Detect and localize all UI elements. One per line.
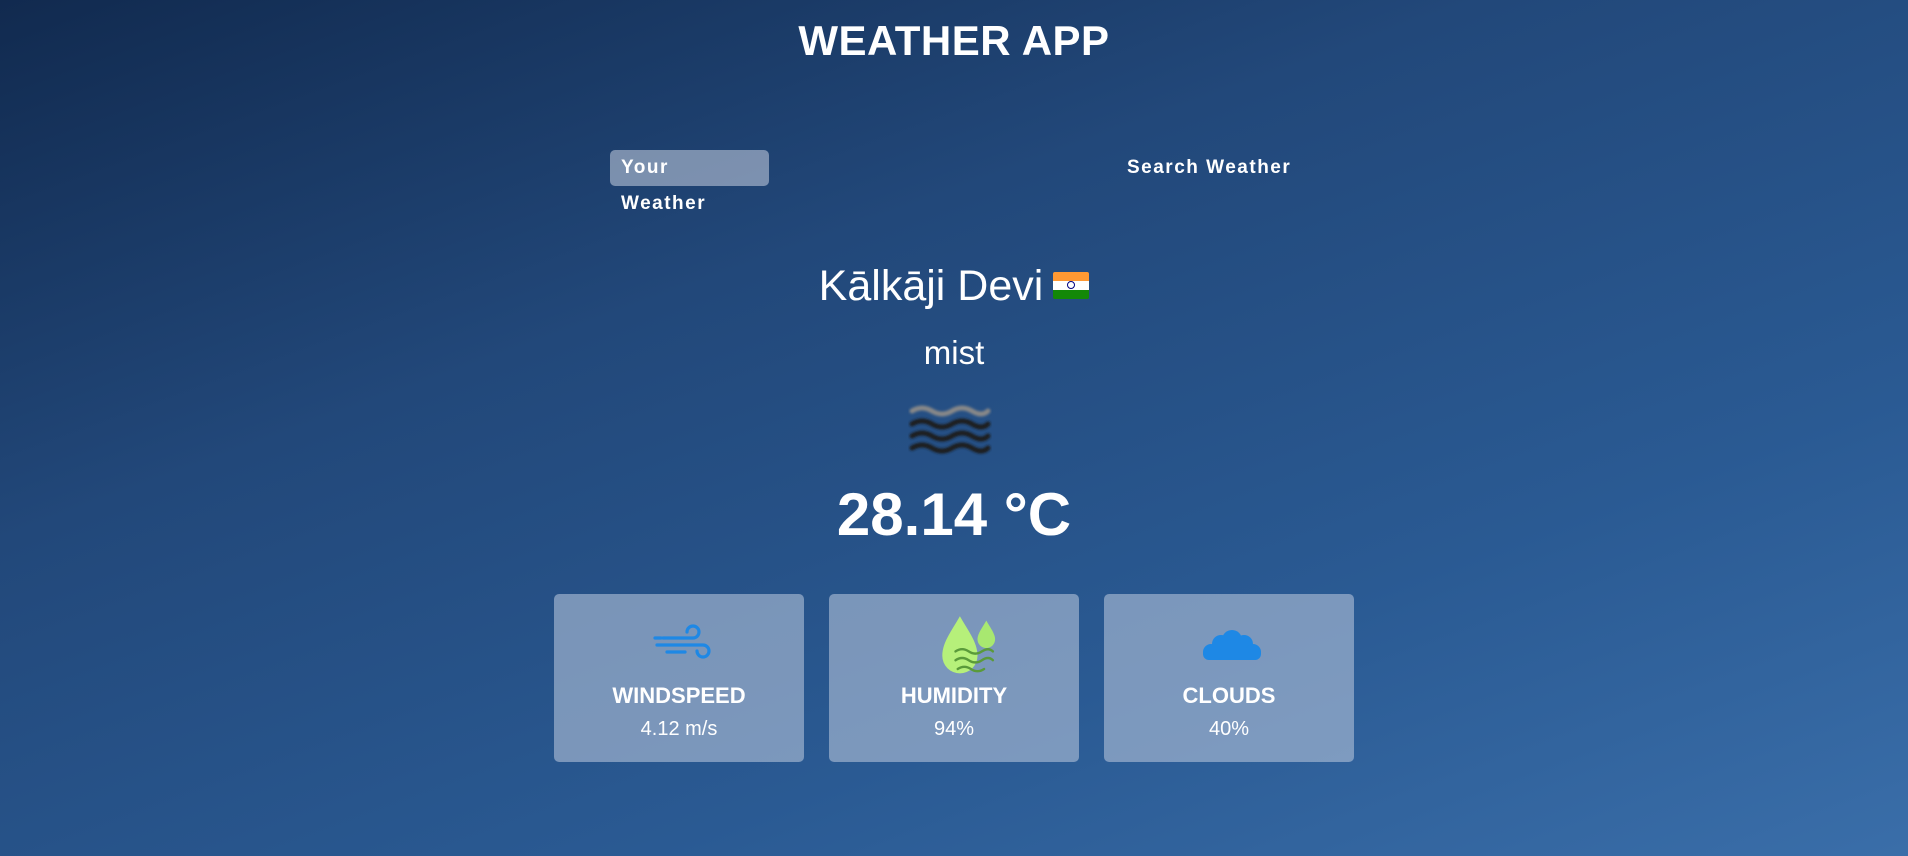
- weather-description: mist: [923, 334, 985, 371]
- clouds-value: 40%: [1208, 718, 1250, 740]
- windspeed-card: WINDSPEED 4.12 m/s: [554, 594, 804, 762]
- windspeed-label: WINDSPEED: [612, 683, 746, 708]
- city-heading: Kālkāji Devi: [0, 262, 1908, 311]
- app-title: WEATHER APP: [798, 17, 1110, 64]
- windspeed-value: 4.12 m/s: [640, 718, 718, 740]
- cloud-icon: [1203, 630, 1261, 660]
- clouds-label: CLOUDS: [1182, 683, 1276, 708]
- humidity-icon: [942, 616, 996, 674]
- tab-search-weather[interactable]: Search Weather: [1116, 150, 1302, 186]
- humidity-card: HUMIDITY 94%: [829, 594, 1079, 762]
- temperature-readout: 28.14 °C: [836, 481, 1072, 548]
- city-name: Kālkāji Devi: [818, 262, 1044, 310]
- clouds-card: CLOUDS 40%: [1104, 594, 1354, 762]
- humidity-value: 94%: [933, 718, 975, 740]
- india-flag-icon: [1053, 272, 1090, 300]
- wind-icon: [653, 624, 711, 659]
- tab-bar: Your Weather Search Weather: [0, 150, 1908, 214]
- tab-your-weather[interactable]: Your Weather: [610, 150, 769, 214]
- mist-icon: [909, 405, 991, 454]
- humidity-label: HUMIDITY: [900, 683, 1008, 708]
